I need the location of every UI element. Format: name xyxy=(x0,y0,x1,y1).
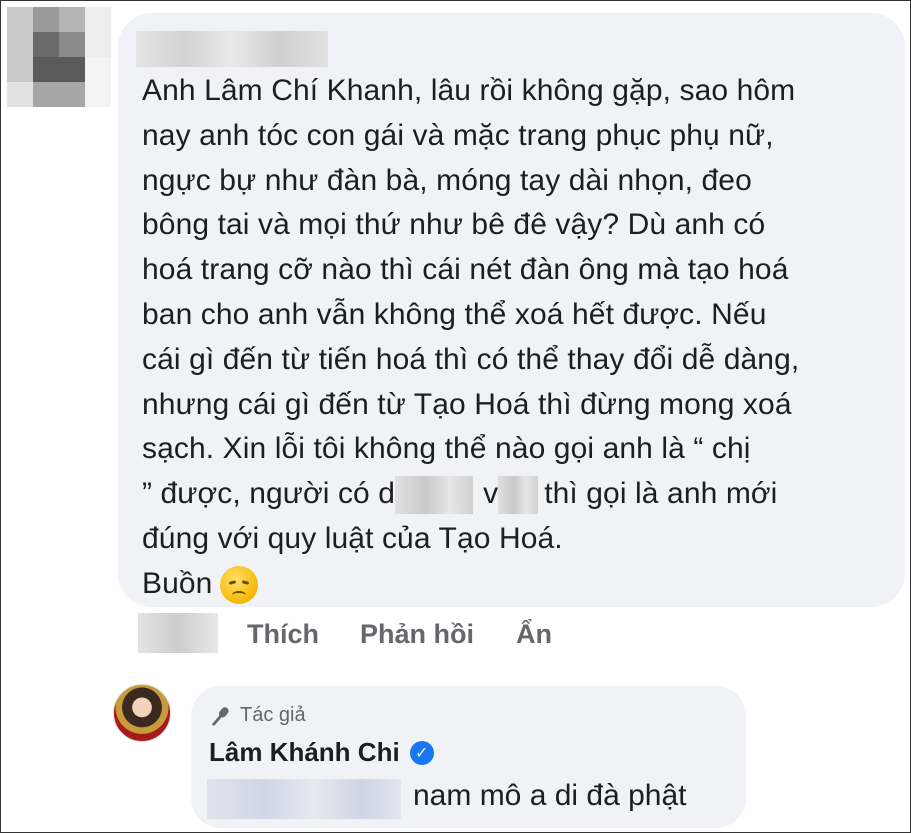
commenter-name-blurred[interactable] xyxy=(136,31,328,67)
verified-badge-icon: ✓ xyxy=(409,740,434,765)
author-name-row: Lâm Khánh Chi ✓ xyxy=(209,737,434,768)
comment-line: ban cho anh vẫn không thể xoá hết được. … xyxy=(142,297,767,331)
comment-text: Anh Lâm Chí Khanh, lâu rồi không gặp, sa… xyxy=(142,69,882,607)
censored-word xyxy=(395,476,474,515)
hide-button[interactable]: Ẩn xyxy=(516,619,552,650)
author-badge: Tác giả xyxy=(210,704,306,727)
tagged-name-blurred[interactable] xyxy=(207,779,401,819)
comment-line-last: Buồn xyxy=(142,562,882,607)
sad-face-emoji-icon xyxy=(220,565,259,604)
author-badge-label: Tác giả xyxy=(240,704,306,726)
comment-fragment: thì gọi là anh mới xyxy=(544,477,778,511)
comment-fragment: Buồn xyxy=(142,566,213,600)
microphone-icon xyxy=(212,706,229,726)
comment-line: cái gì đến từ tiến hoá thì có thể thay đ… xyxy=(142,342,800,376)
author-name-link[interactable]: Lâm Khánh Chi xyxy=(209,737,400,768)
comment-line: sạch. Xin lỗi tôi không thể nào gọi anh … xyxy=(142,432,751,466)
comment-line: nhưng cái gì đến từ Tạo Hoá thì đừng mon… xyxy=(142,387,792,421)
commenter-avatar[interactable] xyxy=(7,7,111,107)
comment-line-censored: ” được, người có d v thì gọi là anh mới xyxy=(142,472,882,517)
reply-text: nam mô a di đà phật xyxy=(413,779,687,812)
comment-line: Anh Lâm Chí Khanh, lâu rồi không gặp, sa… xyxy=(142,74,796,107)
comment-fragment: ” được, người có d xyxy=(142,477,396,511)
censored-word xyxy=(498,476,539,515)
comment-fragment: v xyxy=(483,477,499,511)
comment-line: ngực bự như đàn bà, móng tay dài nhọn, đ… xyxy=(142,163,752,197)
comment-line: hoá trang cỡ nào thì cái nét đàn ông mà … xyxy=(142,253,789,287)
timestamp-blurred[interactable] xyxy=(138,613,218,653)
like-button[interactable]: Thích xyxy=(247,619,319,650)
reply-button[interactable]: Phản hồi xyxy=(360,619,474,650)
comment-line: bông tai và mọi thứ như bê đê vậy? Dù an… xyxy=(142,208,766,242)
author-avatar[interactable] xyxy=(113,684,171,742)
comment-line: nay anh tóc con gái và mặc trang phục ph… xyxy=(142,118,774,152)
comment-line: đúng với quy luật của Tạo Hoá. xyxy=(142,521,563,555)
